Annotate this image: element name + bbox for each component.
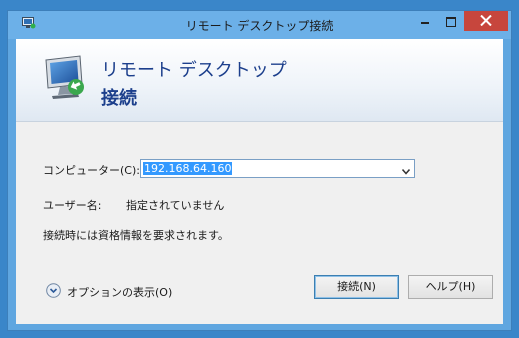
remote-desktop-monitor-icon: [42, 54, 92, 105]
computer-combobox[interactable]: 192.168.64.160: [140, 159, 415, 178]
connect-button[interactable]: 接続(N): [314, 275, 399, 299]
title-bar[interactable]: リモート デスクトップ接続: [8, 11, 511, 39]
user-name-label: ユーザー名:: [43, 199, 102, 212]
close-icon: [480, 15, 492, 26]
credentials-note: 接続時には資格情報を要求されます。: [43, 229, 229, 242]
user-name-value: 指定されていません: [126, 199, 225, 212]
minimize-icon: [421, 22, 429, 24]
computer-label: コンピューター(C):: [43, 164, 140, 177]
close-button[interactable]: [464, 11, 508, 31]
show-options-label[interactable]: オプションの表示(O): [67, 284, 172, 300]
header-banner: リモート デスクトップ 接続: [16, 39, 503, 122]
chevron-down-circle-icon[interactable]: [46, 283, 61, 301]
computer-input-value[interactable]: 192.168.64.160: [143, 162, 233, 175]
dropdown-arrow-icon[interactable]: [401, 165, 411, 178]
banner-title-line1: リモート デスクトップ: [101, 60, 287, 81]
remote-desktop-window: リモート デスクトップ接続 リモート デスクトップ 接続 コンピューター(C):…: [7, 10, 512, 331]
banner-title-line2: 接続: [101, 88, 137, 109]
help-button[interactable]: ヘルプ(H): [408, 275, 493, 299]
dialog-client-area: リモート デスクトップ 接続 コンピューター(C): 192.168.64.16…: [16, 39, 503, 324]
maximize-icon: [446, 17, 456, 27]
maximize-button[interactable]: [438, 11, 464, 31]
minimize-button[interactable]: [412, 11, 438, 31]
